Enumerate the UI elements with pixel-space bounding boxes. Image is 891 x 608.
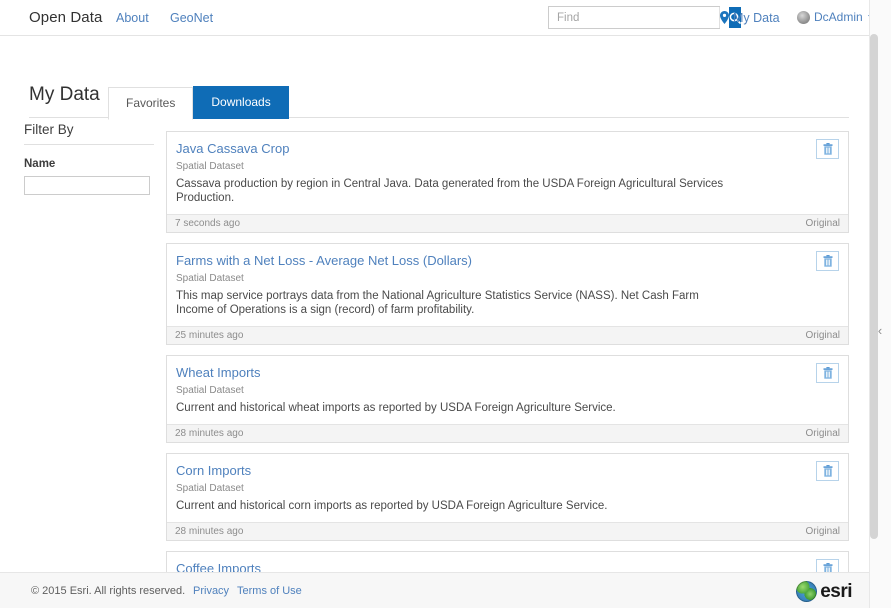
- delete-button[interactable]: [816, 461, 839, 481]
- dataset-description: Cassava production by region in Central …: [176, 178, 724, 204]
- delete-button[interactable]: [816, 139, 839, 159]
- dataset-description: Current and historical wheat imports as …: [176, 402, 616, 414]
- tab-bar: Favorites Downloads: [108, 86, 289, 120]
- dataset-title-link[interactable]: Farms with a Net Loss - Average Net Loss…: [176, 253, 472, 269]
- timestamp-label: 7 seconds ago: [175, 218, 241, 229]
- trash-icon: [823, 367, 832, 379]
- filter-name-label: Name: [24, 158, 56, 170]
- card-body: Wheat Imports Spatial Dataset Current an…: [167, 356, 848, 424]
- main-content: My Data Favorites Downloads Filter By Na…: [0, 36, 869, 608]
- app-root: Open Data About GeoNet My Data DcAdmin: [0, 0, 891, 608]
- dataset-description: Current and historical corn imports as r…: [176, 500, 608, 512]
- dataset-title-link[interactable]: Corn Imports: [176, 463, 251, 479]
- filter-by-heading: Filter By: [24, 122, 154, 145]
- nav-link-about[interactable]: About: [116, 11, 149, 25]
- dataset-type-label: Spatial Dataset: [176, 483, 244, 494]
- timestamp-label: 28 minutes ago: [175, 526, 244, 537]
- dataset-type-label: Spatial Dataset: [176, 161, 244, 172]
- search-input[interactable]: [549, 7, 719, 28]
- nav-link-geonet[interactable]: GeoNet: [170, 11, 213, 25]
- trash-icon: [823, 465, 832, 477]
- tab-favorites[interactable]: Favorites: [108, 87, 194, 120]
- account-menu[interactable]: DcAdmin: [797, 10, 874, 24]
- page-footer: © 2015 Esri. All rights reserved. Privac…: [0, 572, 869, 608]
- filter-sidebar: Filter By Name: [24, 122, 154, 195]
- origin-label: Original: [805, 218, 840, 229]
- filter-name-input[interactable]: [24, 176, 150, 195]
- origin-label: Original: [805, 526, 840, 537]
- user-avatar-icon: [797, 10, 810, 24]
- nav-link-my-data[interactable]: My Data: [733, 11, 780, 25]
- card-body: Java Cassava Crop Spatial Dataset Cassav…: [167, 132, 848, 214]
- dataset-description: This map service portrays data from the …: [176, 290, 699, 316]
- vertical-scrollbar[interactable]: [869, 0, 891, 608]
- tab-downloads[interactable]: Downloads: [193, 86, 289, 119]
- footer-link-terms[interactable]: Terms of Use: [237, 585, 302, 597]
- esri-globe-icon: [796, 581, 818, 602]
- card-body: Corn Imports Spatial Dataset Current and…: [167, 454, 848, 522]
- download-list: Java Cassava Crop Spatial Dataset Cassav…: [166, 131, 849, 608]
- origin-label: Original: [805, 330, 840, 341]
- delete-button[interactable]: [816, 363, 839, 383]
- panel-collapse-handle[interactable]: ‹: [871, 320, 889, 340]
- card-footer: 7 seconds ago Original: [167, 214, 848, 232]
- esri-wordmark: esri: [820, 581, 852, 602]
- top-navigation-bar: Open Data About GeoNet My Data DcAdmin: [0, 0, 874, 36]
- timestamp-label: 25 minutes ago: [175, 330, 244, 341]
- map-pin-icon-button[interactable]: [719, 7, 729, 28]
- delete-button[interactable]: [816, 251, 839, 271]
- list-item[interactable]: Java Cassava Crop Spatial Dataset Cassav…: [166, 131, 849, 233]
- copyright-label: © 2015 Esri. All rights reserved.: [31, 585, 186, 597]
- page-title: My Data: [29, 84, 100, 105]
- dataset-type-label: Spatial Dataset: [176, 385, 244, 396]
- dataset-title-link[interactable]: Java Cassava Crop: [176, 141, 289, 157]
- card-body: Farms with a Net Loss - Average Net Loss…: [167, 244, 848, 326]
- list-item[interactable]: Corn Imports Spatial Dataset Current and…: [166, 453, 849, 541]
- trash-icon: [823, 143, 832, 155]
- dataset-title-link[interactable]: Wheat Imports: [176, 365, 261, 381]
- dataset-type-label: Spatial Dataset: [176, 273, 244, 284]
- scrollbar-thumb[interactable]: [870, 34, 878, 539]
- footer-link-privacy[interactable]: Privacy: [193, 585, 229, 597]
- map-pin-icon: [720, 11, 729, 24]
- timestamp-label: 28 minutes ago: [175, 428, 244, 439]
- account-name-label: DcAdmin: [814, 10, 863, 24]
- list-item[interactable]: Wheat Imports Spatial Dataset Current an…: [166, 355, 849, 443]
- page-header: My Data Favorites Downloads: [29, 84, 849, 120]
- trash-icon: [823, 255, 832, 267]
- card-footer: 25 minutes ago Original: [167, 326, 848, 344]
- card-footer: 28 minutes ago Original: [167, 424, 848, 442]
- chevron-left-icon: ‹: [877, 322, 883, 338]
- esri-logo: esri: [796, 581, 852, 602]
- brand-open-data[interactable]: Open Data: [29, 9, 102, 26]
- search-box: [548, 6, 741, 29]
- list-item[interactable]: Farms with a Net Loss - Average Net Loss…: [166, 243, 849, 345]
- origin-label: Original: [805, 428, 840, 439]
- card-footer: 28 minutes ago Original: [167, 522, 848, 540]
